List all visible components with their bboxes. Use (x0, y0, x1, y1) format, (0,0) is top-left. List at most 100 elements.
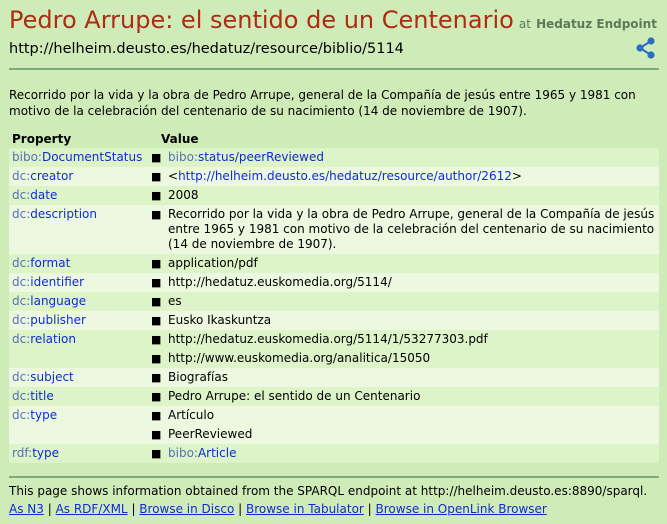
value-suffix: > (511, 169, 522, 183)
property-link[interactable]: rdf:type (12, 446, 59, 460)
footer-link[interactable]: Browse in OpenLink Browser (376, 502, 547, 516)
property-link[interactable]: dc:type (12, 408, 57, 422)
bullet-icon: ■ (151, 428, 162, 441)
property-link[interactable]: dc:format (12, 256, 70, 270)
property-name: language (30, 294, 87, 308)
resource-description: Recorrido por la vida y la obra de Pedro… (9, 88, 636, 118)
property-cell: dc:language (9, 292, 151, 311)
property-name: identifier (30, 275, 85, 289)
property-link[interactable]: dc:relation (12, 332, 76, 346)
footer-link[interactable]: As RDF/XML (56, 502, 128, 516)
property-link[interactable]: dc:creator (12, 169, 73, 183)
bullet-icon: ■ (151, 170, 162, 183)
property-namespace: dc: (12, 370, 31, 384)
bullet-icon: ■ (151, 208, 162, 221)
value-text: status/peerReviewed (197, 150, 324, 164)
value-text: http://hedatuz.euskomedia.org/5114/1/532… (168, 332, 488, 346)
property-link[interactable]: dc:date (12, 188, 57, 202)
bullet-cell: ■ (151, 205, 165, 254)
property-namespace: rdf: (12, 446, 33, 460)
value-cell: http://hedatuz.euskomedia.org/5114/1/532… (165, 330, 659, 349)
properties-table: Property Value bibo:DocumentStatus ■ bibo:… (9, 129, 659, 463)
property-link[interactable]: dc:identifier (12, 275, 84, 289)
property-namespace: dc: (12, 408, 31, 422)
property-cell: dc:type (9, 406, 151, 425)
value-text: Article (197, 446, 237, 460)
value-cell: application/pdf (165, 254, 659, 273)
bullet-cell: ■ (151, 406, 165, 425)
property-name: type (32, 446, 59, 460)
endpoint-name: Hedatuz Endpoint (536, 17, 657, 31)
table-row: bibo:DocumentStatus ■ bibo:status/peerRevi… (9, 148, 659, 167)
property-namespace: dc: (12, 256, 31, 270)
page-header: Pedro Arrupe: el sentido de un Centenari… (9, 0, 659, 70)
bullet-cell: ■ (151, 387, 165, 406)
property-cell: dc:publisher (9, 311, 151, 330)
value-text: Eusko Ikaskuntza (168, 313, 272, 327)
bullet-cell: ■ (151, 349, 165, 368)
property-name: publisher (30, 313, 86, 327)
bullet-cell: ■ (151, 425, 165, 444)
table-row: dc:language ■ es (9, 292, 659, 311)
property-namespace: bibo: (12, 150, 42, 164)
value-cell: Recorrido por la vida y la obra de Pedro… (165, 205, 659, 254)
value-text: 2008 (168, 188, 199, 202)
bullet-icon: ■ (151, 151, 162, 164)
property-link[interactable]: dc:language (12, 294, 86, 308)
link-separator: | (127, 502, 140, 516)
share-icon[interactable] (635, 36, 657, 60)
footer-link[interactable]: As N3 (9, 502, 44, 516)
property-namespace: dc: (12, 313, 31, 327)
value-text: PeerReviewed (168, 427, 253, 441)
bullet-cell: ■ (151, 330, 165, 349)
value-prefix: < (168, 169, 179, 183)
bullet-icon: ■ (151, 447, 162, 460)
value-link[interactable]: bibo:status/peerReviewed (168, 150, 324, 164)
table-row: dc:creator ■ <http://helheim.deusto.es/hed… (9, 167, 659, 186)
property-name: description (30, 207, 97, 221)
value-link[interactable]: http://helheim.deusto.es/hedatuz/resourc… (178, 169, 512, 183)
bullet-cell: ■ (151, 368, 165, 387)
property-link[interactable]: dc:description (12, 207, 97, 221)
property-cell: dc:format (9, 254, 151, 273)
property-link[interactable]: bibo:DocumentStatus (12, 150, 142, 164)
bullet-icon: ■ (151, 409, 162, 422)
property-cell: dc:date (9, 186, 151, 205)
property-link[interactable]: dc:title (12, 389, 54, 403)
value-cell: Artículo (165, 406, 659, 425)
value-cell: 2008 (165, 186, 659, 205)
footer-link[interactable]: Browse in Tabulator (246, 502, 364, 516)
footer-link[interactable]: Browse in Disco (139, 502, 234, 516)
bullet-icon: ■ (151, 390, 162, 403)
property-namespace: dc: (12, 332, 31, 346)
property-link[interactable]: dc:publisher (12, 313, 86, 327)
value-cell: Pedro Arrupe: el sentido de un Centenari… (165, 387, 659, 406)
property-name: title (30, 389, 54, 403)
property-column-header: Property (12, 131, 72, 146)
property-link[interactable]: dc:subject (12, 370, 74, 384)
table-row: dc:relation ■ http://hedatuz.euskomedia.or… (9, 330, 659, 349)
page-footer: This page shows information obtained fro… (9, 476, 659, 517)
link-separator: | (234, 502, 246, 516)
table-row: ■ http://www.euskomedia.org/analitica/150… (9, 349, 659, 368)
value-link[interactable]: bibo:Article (168, 446, 236, 460)
bullet-icon: ■ (151, 189, 162, 202)
property-cell: dc:description (9, 205, 151, 254)
value-cell: PeerReviewed (165, 425, 659, 444)
value-namespace: bibo: (168, 446, 198, 460)
value-cell: http://www.euskomedia.org/analitica/1505… (165, 349, 659, 368)
bullet-cell: ■ (151, 273, 165, 292)
property-name: type (30, 408, 58, 422)
bullet-icon: ■ (151, 295, 162, 308)
value-cell: <http://helheim.deusto.es/hedatuz/resour… (165, 167, 659, 186)
property-cell: dc:title (9, 387, 151, 406)
property-namespace: dc: (12, 389, 31, 403)
table-header-row: Property Value (9, 129, 659, 148)
table-row: dc:date ■ 2008 (9, 186, 659, 205)
value-cell: bibo:Article (165, 444, 659, 463)
bullet-icon: ■ (151, 333, 162, 346)
bullet-cell: ■ (151, 311, 165, 330)
bullet-icon: ■ (151, 276, 162, 289)
value-text: http://helheim.deusto.es/hedatuz/resourc… (178, 169, 512, 183)
table-row: dc:identifier ■ http://hedatuz.euskomedia.… (9, 273, 659, 292)
